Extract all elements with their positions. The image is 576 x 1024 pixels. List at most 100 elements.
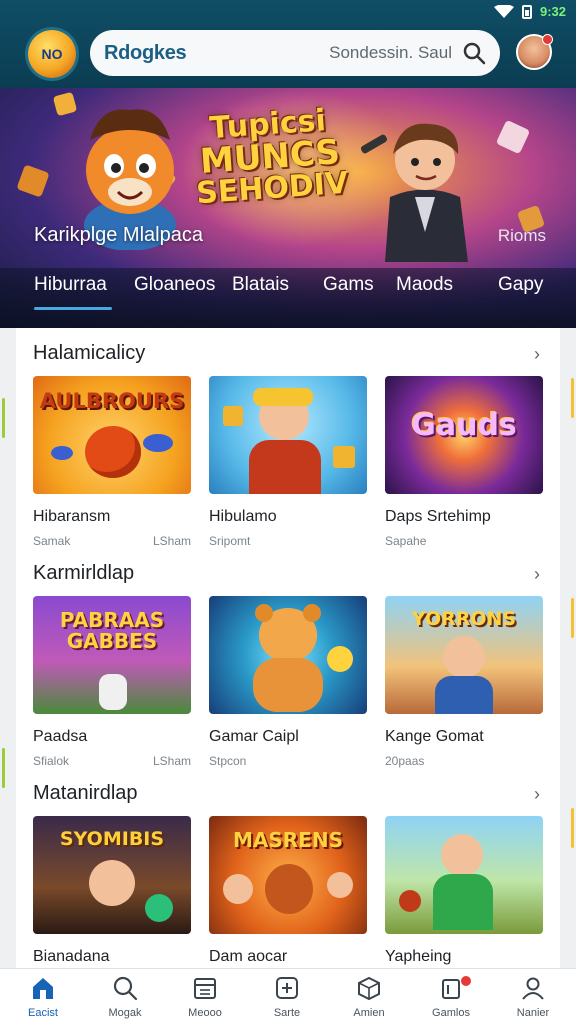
user-avatar[interactable] (516, 34, 553, 70)
art-shape (223, 874, 253, 904)
game-card[interactable]: Yapheing (385, 816, 543, 966)
art-shape (255, 604, 273, 622)
game-section: Matanirdlap › SYOMIBIS Bianadana MASRENS… (16, 768, 560, 968)
calendar-icon (194, 978, 216, 999)
nav-home[interactable]: Eacist (8, 975, 78, 1019)
game-thumbnail[interactable]: SYOMIBIS (33, 816, 191, 934)
game-thumbnail[interactable]: AULBROURS (33, 376, 191, 494)
wifi-icon (493, 4, 514, 18)
game-thumbnail[interactable]: Gauds (385, 376, 543, 494)
thumbnail-art-text: Gauds (411, 408, 517, 443)
art-shape (399, 890, 421, 912)
nav-label: Eacist (28, 1007, 58, 1019)
game-meta: 20paas (385, 754, 543, 768)
home-icon (33, 978, 53, 999)
game-section: Karmirldlap › PABRAAS GABBES Paadsa Sfia… (16, 548, 560, 768)
hero-banner[interactable]: Tupicsi MUNCS SEHODIV Karikplge Mlalpaca… (0, 88, 576, 328)
gutter-accent (2, 398, 5, 438)
game-card[interactable]: PABRAAS GABBES Paadsa Sfialok LSham (33, 596, 191, 768)
game-card[interactable]: Gamar Caipl Stpcon (209, 596, 367, 768)
floating-cube (495, 119, 531, 155)
search-icon (113, 976, 138, 1001)
notification-dot (542, 34, 553, 45)
game-thumbnail[interactable] (385, 816, 543, 934)
game-meta-left: Stpcon (209, 754, 247, 768)
gutter-accent (571, 808, 574, 848)
search-icon[interactable] (462, 41, 486, 65)
app-logo-text: NO (41, 46, 63, 62)
game-meta: Sapahe (385, 534, 543, 548)
game-thumbnail[interactable]: YORRONS (385, 596, 543, 714)
nav-label: Meooo (188, 1007, 222, 1019)
game-thumbnail[interactable]: MASRENS (209, 816, 367, 934)
game-title: Yapheing (385, 948, 452, 965)
chevron-right-icon[interactable]: › (534, 784, 540, 805)
status-time: 9:32 (539, 4, 566, 19)
art-shape (223, 406, 243, 426)
tab-category[interactable]: Gams (323, 274, 374, 296)
art-shape (99, 674, 127, 710)
hero-subtitle: Karikplge Mlalpaca (34, 224, 203, 246)
status-bar: 9:32 (493, 4, 566, 19)
art-shape (253, 658, 323, 712)
game-meta-left: Sripomt (209, 534, 251, 548)
tab-category[interactable]: Gloaneos (134, 274, 215, 296)
side-gutter-right (560, 328, 576, 968)
art-shape (435, 676, 493, 714)
nav-games[interactable]: Sarte (252, 975, 322, 1019)
section-title: Matanirdlap (33, 782, 138, 804)
art-shape (249, 440, 321, 494)
game-card[interactable]: SYOMIBIS Bianadana (33, 816, 191, 966)
search-brand: Rdogkes (104, 41, 187, 64)
game-card[interactable]: Hibulamo Sripomt (209, 376, 367, 548)
nav-packages[interactable]: Amien (334, 975, 404, 1019)
game-title: Dam aocar (209, 948, 288, 965)
section-title: Halamicalicy (33, 342, 146, 364)
nav-search[interactable]: Mogak (90, 975, 160, 1019)
app-logo[interactable]: NO (28, 30, 76, 78)
hero-character-boy (360, 123, 468, 262)
battery-icon (521, 4, 532, 19)
floating-cube (16, 164, 50, 198)
art-shape (327, 646, 353, 672)
nav-profile[interactable]: Nanier (498, 975, 568, 1019)
nav-label: Sarte (273, 1007, 301, 1019)
nav-label: Gamlos (432, 1007, 470, 1019)
search-bar[interactable]: Rdogkes Sondessin. Saul (90, 30, 500, 76)
game-card[interactable]: AULBROURS Hibaransm Samak LSham (33, 376, 191, 548)
game-card[interactable]: MASRENS Dam aocar (209, 816, 367, 966)
game-thumbnail[interactable] (209, 376, 367, 494)
game-thumbnail[interactable] (209, 596, 367, 714)
game-meta: Stpcon (209, 754, 367, 768)
content-panel: Halamicalicy › AULBROURS Hibaransm Samak… (16, 328, 560, 968)
art-shape (51, 446, 73, 460)
game-thumbnail[interactable]: PABRAAS GABBES (33, 596, 191, 714)
tab-category[interactable]: Blatais (232, 274, 289, 296)
nav-notifications[interactable]: Gamlos (416, 975, 486, 1019)
hero-title: Tupicsi MUNCS SEHODIV (182, 103, 358, 211)
art-shape (443, 636, 485, 678)
tab-category[interactable]: Hiburraa (34, 274, 112, 310)
thumbnail-art-text: AULBROURS (39, 389, 185, 413)
chevron-right-icon[interactable]: › (534, 564, 540, 585)
game-card[interactable]: YORRONS Kange Gomat 20paas (385, 596, 543, 768)
hero-more-link[interactable]: Rioms (498, 226, 546, 246)
game-title: Bianadana (33, 948, 110, 965)
thumbnail-art-text: PABRAAS GABBES (59, 608, 165, 653)
art-shape (333, 446, 355, 468)
tab-category[interactable]: Gapy (498, 274, 543, 296)
gutter-accent (571, 378, 574, 418)
chevron-right-icon[interactable]: › (534, 344, 540, 365)
nav-calendar[interactable]: Meooo (170, 975, 240, 1019)
tab-category[interactable]: Maods (396, 274, 453, 296)
nav-label: Amien (353, 1007, 385, 1019)
art-shape (303, 604, 321, 622)
gamepad-icon (276, 977, 298, 999)
art-shape (265, 864, 313, 914)
gutter-accent (2, 748, 5, 788)
thumbnail-art-text: YORRONS (411, 608, 517, 630)
category-tabs: Hiburraa Gloaneos Blatais Gams Maods Gap… (0, 268, 576, 328)
nav-label: Mogak (108, 1007, 142, 1019)
game-card[interactable]: Gauds Daps Srtehimp Sapahe (385, 376, 543, 548)
art-shape (143, 434, 173, 452)
